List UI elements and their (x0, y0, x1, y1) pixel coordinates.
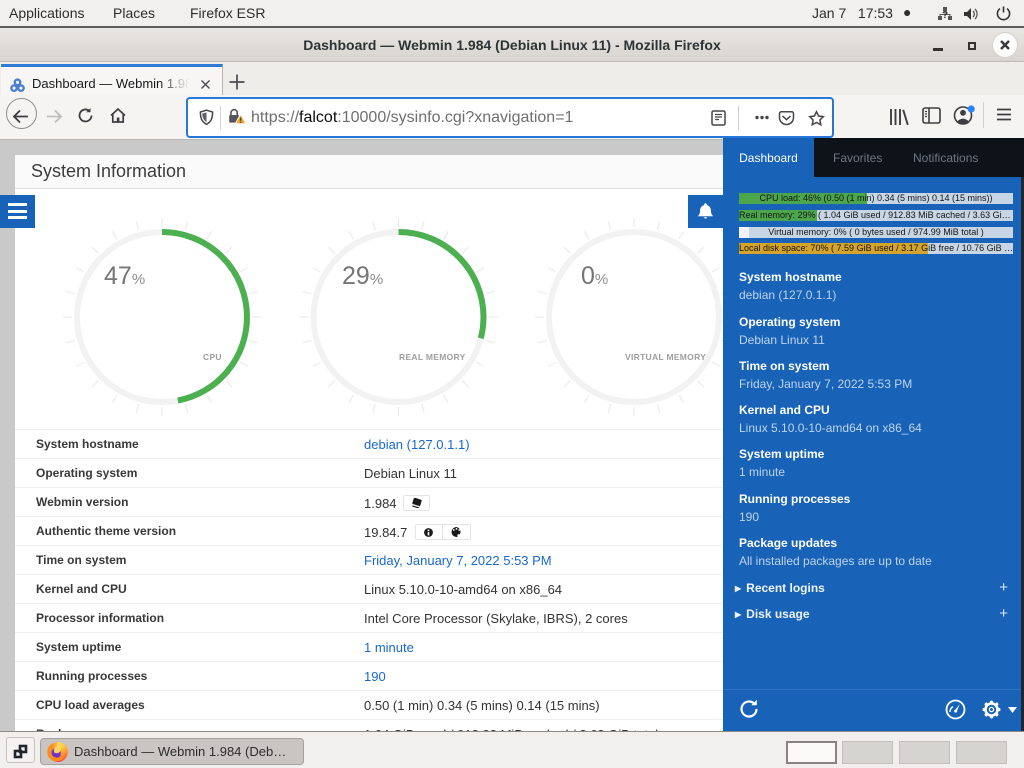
svg-text:?: ? (942, 10, 948, 21)
